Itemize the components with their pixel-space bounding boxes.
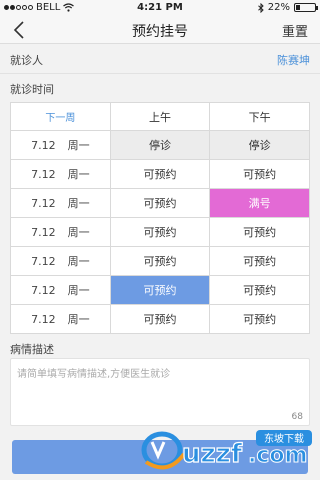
date-text: 7.12 <box>31 226 56 239</box>
afternoon-slot-full: 满号 <box>209 188 310 218</box>
weekday-text: 周一 <box>67 226 90 239</box>
schedule-row: 7.12 周一 可预约 可预约 <box>10 246 310 276</box>
date-cell: 7.12 周一 <box>10 246 111 276</box>
afternoon-slot-available[interactable]: 可预约 <box>209 159 310 189</box>
date-cell: 7.12 周一 <box>10 275 111 305</box>
weekday-text: 周一 <box>67 313 90 326</box>
weekday-text: 周一 <box>67 139 90 152</box>
schedule-row: 7.12 周一 可预约 满号 <box>10 188 310 218</box>
bluetooth-icon <box>257 2 264 13</box>
reset-button[interactable]: 重置 <box>282 21 308 40</box>
visit-time-label: 就诊时间 <box>10 83 54 96</box>
morning-slot-available[interactable]: 可预约 <box>109 246 211 276</box>
patient-name[interactable]: 陈赛坤 <box>277 52 310 68</box>
page-title: 预约挂号 <box>132 24 188 40</box>
afternoon-slot-available[interactable]: 可预约 <box>209 275 310 305</box>
date-cell: 7.12 周一 <box>10 188 111 218</box>
date-text: 7.12 <box>31 139 56 152</box>
schedule-header-row: 下一周 上午 下午 <box>10 102 310 131</box>
schedule-row: 7.12 周一 可预约 可预约 <box>10 304 310 334</box>
date-text: 7.12 <box>31 197 56 210</box>
afternoon-slot-available[interactable]: 可预约 <box>209 246 310 276</box>
char-count: 68 <box>291 412 303 422</box>
description-input[interactable] <box>11 359 309 425</box>
morning-slot-available[interactable]: 可预约 <box>109 159 211 189</box>
nav-bar: 预约挂号 重置 <box>0 16 320 44</box>
morning-slot-available[interactable]: 可预约 <box>109 217 211 247</box>
morning-slot-stopped: 停诊 <box>109 130 211 160</box>
battery-level <box>296 5 300 10</box>
morning-header: 上午 <box>109 102 211 131</box>
date-cell: 7.12 周一 <box>10 130 111 160</box>
weekday-text: 周一 <box>67 197 90 210</box>
morning-slot-available[interactable]: 可预约 <box>109 188 211 218</box>
afternoon-header: 下午 <box>209 102 310 131</box>
schedule-row: 7.12 周一 可预约 可预约 <box>10 275 310 305</box>
schedule-row: 7.12 周一 可预约 可预约 <box>10 159 310 189</box>
battery-icon <box>294 3 318 12</box>
date-text: 7.12 <box>31 313 56 326</box>
weekday-text: 周一 <box>67 284 90 297</box>
afternoon-slot-stopped: 停诊 <box>209 130 310 160</box>
submit-button[interactable] <box>12 440 308 474</box>
date-text: 7.12 <box>31 284 56 297</box>
schedule-table: 下一周 上午 下午 7.12 周一 停诊 停诊 7.12 周一 可预约 可预约 7.… <box>10 102 310 334</box>
date-cell: 7.12 周一 <box>10 304 111 334</box>
status-bar: BELL 4:21 PM 22% <box>0 0 320 16</box>
date-text: 7.12 <box>31 168 56 181</box>
date-cell: 7.12 周一 <box>10 159 111 189</box>
back-arrow-icon[interactable] <box>8 18 32 42</box>
weekday-text: 周一 <box>67 168 90 181</box>
next-week-link[interactable]: 下一周 <box>10 102 111 131</box>
description-label: 病情描述 <box>10 343 54 356</box>
schedule-row: 7.12 周一 可预约 可预约 <box>10 217 310 247</box>
morning-slot-available[interactable]: 可预约 <box>109 304 211 334</box>
patient-label: 就诊人 <box>10 54 43 67</box>
battery-percent: 22% <box>267 2 290 13</box>
date-text: 7.12 <box>31 255 56 268</box>
status-right: 22% <box>257 2 318 13</box>
patient-row[interactable]: 就诊人 陈赛坤 <box>0 44 320 74</box>
date-cell: 7.12 周一 <box>10 217 111 247</box>
afternoon-slot-available[interactable]: 可预约 <box>209 304 310 334</box>
afternoon-slot-available[interactable]: 可预约 <box>209 217 310 247</box>
schedule-row: 7.12 周一 停诊 停诊 <box>10 130 310 160</box>
description-box: 68 <box>10 358 310 426</box>
weekday-text: 周一 <box>67 255 90 268</box>
morning-slot-selected[interactable]: 可预约 <box>109 275 211 305</box>
